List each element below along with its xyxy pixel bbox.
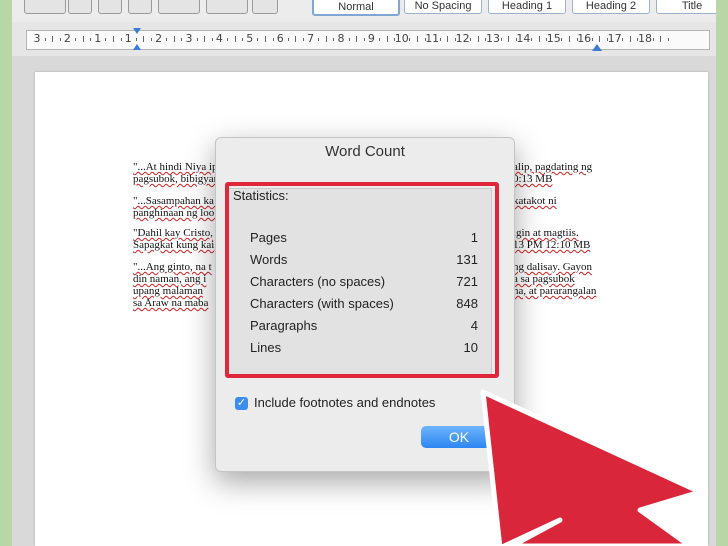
red-pointer-arrow-icon bbox=[480, 389, 703, 546]
